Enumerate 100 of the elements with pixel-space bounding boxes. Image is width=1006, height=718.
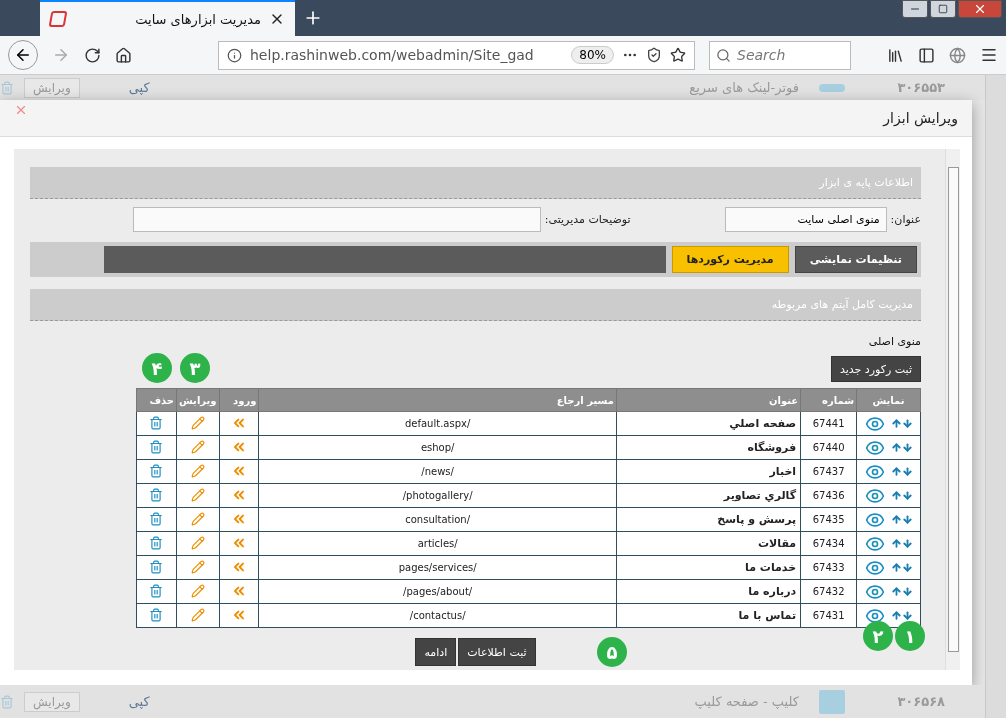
pencil-icon[interactable]	[190, 607, 205, 622]
table-cell: /articles	[258, 531, 617, 556]
table-cell: /consultation	[258, 507, 617, 532]
trash-icon[interactable]	[149, 511, 164, 526]
trash-icon	[0, 80, 14, 95]
library-icon[interactable]	[887, 46, 904, 64]
callout-badge: ۴	[142, 353, 172, 383]
pencil-icon[interactable]	[190, 535, 205, 550]
table-cell: گالري تصاوير	[616, 483, 801, 508]
move-arrows-icon[interactable]	[890, 442, 913, 453]
pencil-icon[interactable]	[190, 415, 205, 430]
move-arrows-icon[interactable]	[890, 490, 913, 501]
move-arrows-icon[interactable]	[890, 610, 913, 621]
table-cell: 67431	[800, 603, 857, 628]
table-cell: تماس با ما	[616, 603, 801, 628]
maximize-icon	[938, 4, 948, 14]
trash-icon[interactable]	[149, 487, 164, 502]
field-label: عنوان:	[890, 213, 921, 226]
input-field[interactable]	[132, 207, 541, 232]
table-cell: مقالات	[616, 531, 801, 556]
tab[interactable]: تنظیمات نمایشی	[794, 246, 917, 273]
table-cell: 67437	[800, 459, 857, 484]
column-header: عنوان	[616, 388, 801, 412]
pencil-icon[interactable]	[190, 559, 205, 574]
browser-tab[interactable]: مدیریت ابزارهای سایت	[40, 0, 295, 36]
table-cell: /contactus/	[258, 603, 617, 628]
search-icon	[716, 47, 731, 63]
copy-link[interactable]: کپی	[89, 694, 150, 709]
pencil-icon[interactable]	[190, 511, 205, 526]
input-field[interactable]: منوی اصلی سایت	[724, 207, 887, 232]
table-cell: /eshop	[258, 435, 617, 460]
trash-icon[interactable]	[149, 439, 164, 454]
table-cell: درباره ما	[616, 579, 801, 604]
row-title: کلیپ - صفحه کلیپ	[693, 694, 799, 709]
move-arrows-icon[interactable]	[890, 586, 913, 597]
pencil-icon[interactable]	[190, 439, 205, 454]
table-cell: 67441	[800, 411, 857, 436]
row-number: ۳۰۶۵۶۸	[896, 694, 945, 709]
row-number: ۳۰۶۵۵۳	[896, 80, 945, 95]
callout-badge: ۱	[895, 621, 925, 651]
scrollbar[interactable]	[985, 75, 1006, 718]
pencil-icon[interactable]	[190, 463, 205, 478]
table-cell: 67440	[800, 435, 857, 460]
table-cell: 67434	[800, 531, 857, 556]
table-cell: /default.aspx	[258, 411, 617, 436]
table-cell: اخبار	[616, 459, 801, 484]
item-icon	[819, 83, 845, 92]
column-header: ویرایش	[176, 388, 219, 412]
maximize-button[interactable]	[930, 0, 956, 18]
sidebar-icon[interactable]	[918, 46, 935, 64]
callout-badge: ۲	[863, 621, 893, 651]
home-icon[interactable]	[115, 46, 132, 64]
table-cell: صفحه اصلي	[616, 411, 801, 436]
new-record-button[interactable]: ثبت رکورد جدید	[830, 356, 921, 382]
save-button[interactable]: ثبت اطلاعات	[458, 638, 536, 666]
table-cell: /pages/about/	[258, 579, 617, 604]
table-cell: 67432	[800, 579, 857, 604]
table-cell: فروشگاه	[616, 435, 801, 460]
pencil-icon[interactable]	[190, 583, 205, 598]
field-label: توضیحات مدیریتی:	[544, 213, 631, 226]
address-bar[interactable]: help.rashinweb.com/webadmin/Site_gad 80%	[218, 40, 695, 70]
trash-icon[interactable]	[149, 559, 164, 574]
continue-button[interactable]: ادامه	[415, 638, 457, 666]
scrollbar[interactable]	[945, 149, 960, 670]
zoom-level[interactable]: 80%	[571, 46, 614, 64]
copy-link[interactable]: کپی	[89, 80, 150, 95]
pocket-icon[interactable]	[646, 47, 662, 63]
trash-icon[interactable]	[149, 463, 164, 478]
modal-title: ویرایش ابزار	[883, 110, 958, 126]
table-cell: 67436	[800, 483, 857, 508]
star-icon[interactable]	[670, 47, 686, 63]
move-arrows-icon[interactable]	[890, 466, 913, 477]
move-arrows-icon[interactable]	[890, 562, 913, 573]
row-title: فوتر-لینک های سریع	[688, 80, 799, 95]
move-arrows-icon[interactable]	[890, 514, 913, 525]
globe-icon[interactable]	[949, 46, 966, 64]
pencil-icon[interactable]	[190, 487, 205, 502]
trash-icon	[0, 694, 14, 709]
reload-icon[interactable]	[84, 46, 101, 64]
column-header: ورود	[219, 388, 259, 412]
trash-icon[interactable]	[149, 535, 164, 550]
close-button[interactable]	[958, 0, 1002, 18]
move-arrows-icon[interactable]	[890, 418, 913, 429]
table-cell: /news/	[258, 459, 617, 484]
menu-icon[interactable]	[980, 46, 998, 64]
callout-badge: ۳	[180, 353, 210, 383]
search-field[interactable]: Search	[709, 40, 851, 70]
move-arrows-icon[interactable]	[890, 538, 913, 549]
forward-icon[interactable]	[52, 46, 70, 64]
column-header: شماره	[800, 388, 857, 412]
table-cell: پرسش و پاسخ	[616, 507, 801, 532]
tab[interactable]: مدیریت رکوردها	[671, 246, 789, 273]
column-header: مسیر ارجاع	[258, 388, 617, 412]
table-cell: /photogallery/	[258, 483, 617, 508]
trash-icon[interactable]	[149, 607, 164, 622]
minimize-button[interactable]	[902, 0, 928, 18]
trash-icon[interactable]	[149, 415, 164, 430]
callout-badge: ۵	[597, 637, 627, 667]
table-cell: 67435	[800, 507, 857, 532]
trash-icon[interactable]	[149, 583, 164, 598]
